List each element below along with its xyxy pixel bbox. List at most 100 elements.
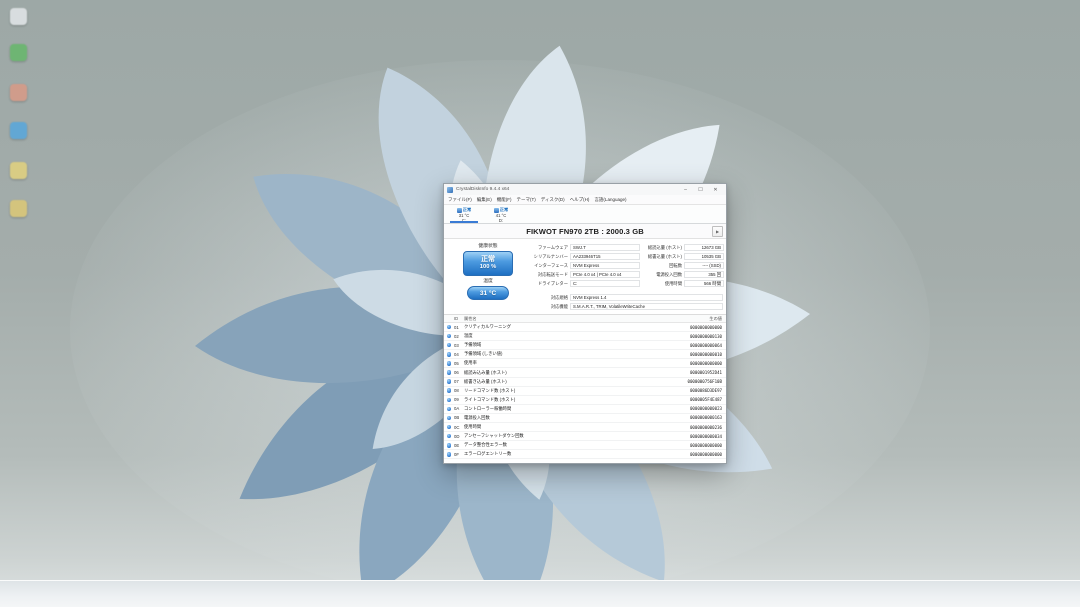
menu-item[interactable]: 編集(E) <box>477 197 492 203</box>
smart-attribute-raw-value: 0000000000130 <box>662 334 726 339</box>
info-value-right: 566 時間 <box>684 280 724 288</box>
crystaldiskinfo-window: CrystalDiskInfo 9.4.4 x64 – ☐ ✕ ファイル(F) … <box>443 183 727 464</box>
taskbar[interactable] <box>0 580 1080 607</box>
smart-attribute-row[interactable]: 0C 使用時間 0000000000236 <box>444 423 726 432</box>
menu-item[interactable]: 機能(F) <box>497 197 512 203</box>
info-value-left: NVM Express <box>570 262 640 270</box>
smart-attribute-row[interactable]: 09 ライトコマンド数 (ホスト) 0000005F4E487 <box>444 396 726 405</box>
temperature-pill[interactable]: 31 °C <box>467 286 509 300</box>
menu-item[interactable]: 言語(Language) <box>594 197 626 203</box>
smart-attribute-row[interactable]: 08 リードコマンド数 (ホスト) 0000086D3DE97 <box>444 387 726 396</box>
info-value-left: C: <box>570 280 640 288</box>
desktop-shortcut-icon[interactable] <box>10 84 27 101</box>
status-good-icon <box>447 407 452 412</box>
features-value: S.M.A.R.T., TRIM, VolatileWriteCache <box>570 303 723 311</box>
smart-attribute-row[interactable]: 0B 電源投入回数 0000000000163 <box>444 414 726 423</box>
minimize-icon[interactable]: – <box>678 185 693 195</box>
smart-attribute-name: アンセーフシャットダウン回数 <box>464 433 662 439</box>
info-row-standard: 対応規格 NVM Express 1.4 <box>530 293 724 302</box>
health-status-button[interactable]: 正常 100 % <box>463 251 513 276</box>
temperature-value: 31 °C <box>480 290 496 297</box>
smart-attribute-row[interactable]: 04 予備領域 (しきい値) 0000000000010 <box>444 350 726 359</box>
status-good-icon <box>447 443 452 448</box>
menu-item[interactable]: ヘルプ(H) <box>570 197 590 203</box>
status-good-icon <box>447 334 452 339</box>
smart-attribute-raw-value: 0000000000034 <box>662 434 726 439</box>
desktop-shortcut-icon[interactable] <box>10 44 27 61</box>
info-row: シリアルナンバー AA233946T15 総書込量 (ホスト) 10535 GB <box>530 252 724 261</box>
standard-label: 対応規格 <box>530 295 568 301</box>
disk-tab[interactable]: 正常 41 °C D: <box>484 206 518 223</box>
smart-attribute-name: 温度 <box>464 333 662 339</box>
smart-attribute-name: リードコマンド数 (ホスト) <box>464 388 662 394</box>
desktop-shortcut-icon[interactable] <box>10 162 27 179</box>
info-row: インターフェース NVM Express 回転数 ---- (SSD) <box>530 261 724 270</box>
smart-attribute-raw-value: 0000000000163 <box>662 415 726 420</box>
smart-attribute-raw-value: 0000000000023 <box>662 406 726 411</box>
desktop-shortcut-icon[interactable] <box>10 200 27 217</box>
title-bar[interactable]: CrystalDiskInfo 9.4.4 x64 – ☐ ✕ <box>444 184 726 195</box>
smart-attribute-raw-value: 0000000000064 <box>662 343 726 348</box>
desktop: CrystalDiskInfo 9.4.4 x64 – ☐ ✕ ファイル(F) … <box>0 0 1080 607</box>
status-good-icon <box>447 425 452 430</box>
smart-attribute-raw-value: 0000005F4E487 <box>662 397 726 402</box>
desktop-shortcut-icon[interactable] <box>10 122 27 139</box>
smart-attribute-row[interactable]: 02 温度 0000000000130 <box>444 332 726 341</box>
smart-attribute-name: クリティカルワーニング <box>464 324 662 330</box>
status-good-icon <box>447 388 452 393</box>
next-disk-button[interactable]: ▶ <box>712 226 723 237</box>
smart-attribute-id: 0C <box>454 425 464 430</box>
smart-attribute-name: 電源投入回数 <box>464 415 662 421</box>
smart-attribute-row[interactable]: 07 総書き込み量 (ホスト) 0000000756F10B <box>444 378 726 387</box>
info-label-right: 総読込量 (ホスト) <box>640 245 682 251</box>
disk-tab-strip: 正常 31 °C C: 正常 41 °C D: <box>444 205 726 224</box>
info-value-left: SWJ.T <box>570 244 640 252</box>
smart-attribute-row[interactable]: 01 クリティカルワーニング 0000000000000 <box>444 323 726 332</box>
smart-attribute-name: エラーログエントリー数 <box>464 451 662 457</box>
info-label-right: 総書込量 (ホスト) <box>640 254 682 260</box>
smart-attribute-name: データ整合性エラー数 <box>464 442 662 448</box>
smart-attribute-row[interactable]: 0F エラーログエントリー数 0000000000000 <box>444 450 726 459</box>
smart-attribute-id: 04 <box>454 352 464 357</box>
drive-model-title: FIKWOT FN970 2TB : 2000.3 GB <box>526 227 644 236</box>
smart-attribute-row[interactable]: 0D アンセーフシャットダウン回数 0000000000034 <box>444 432 726 441</box>
disk-icon <box>457 208 462 213</box>
info-label-left: インターフェース <box>530 263 568 269</box>
smart-attribute-row[interactable]: 0A コントローラー稼働時間 0000000000023 <box>444 405 726 414</box>
smart-attribute-raw-value: 0000001952D41 <box>662 370 726 375</box>
app-icon <box>447 187 453 193</box>
smart-attribute-id: 0B <box>454 415 464 420</box>
maximize-icon[interactable]: ☐ <box>693 185 708 195</box>
smart-attribute-name: 総書き込み量 (ホスト) <box>464 379 662 385</box>
info-label-left: シリアルナンバー <box>530 254 568 260</box>
health-percent: 100 % <box>480 264 496 271</box>
status-good-icon <box>447 343 452 348</box>
info-value-right: 355 回 <box>684 271 724 279</box>
smart-attribute-row[interactable]: 06 総読み込み量 (ホスト) 0000001952D41 <box>444 368 726 377</box>
tab-drive-letter: C: <box>462 218 466 223</box>
smart-attribute-row[interactable]: 05 使用率 0000000000000 <box>444 359 726 368</box>
smart-attribute-id: 06 <box>454 370 464 375</box>
smart-attribute-name: 予備領域 <box>464 342 662 348</box>
health-label: 健康状態 <box>478 242 497 249</box>
smart-attribute-raw-value: 0000000000000 <box>662 443 726 448</box>
menu-item[interactable]: ディスク(D) <box>541 197 565 203</box>
menu-item[interactable]: テーマ(T) <box>517 197 536 203</box>
smart-table: ID 属性名 生の値 01 クリティカルワーニング 0000000000000 <box>444 314 726 459</box>
status-good-icon <box>447 370 452 375</box>
smart-attribute-raw-value: 0000000000010 <box>662 352 726 357</box>
smart-attribute-raw-value: 0000000000236 <box>662 425 726 430</box>
smart-attribute-row[interactable]: 0E データ整合性エラー数 0000000000000 <box>444 441 726 450</box>
status-good-icon <box>447 416 452 421</box>
features-label: 対応機能 <box>530 304 568 310</box>
status-good-icon <box>447 452 452 457</box>
menu-item[interactable]: ファイル(F) <box>448 197 472 203</box>
disk-tab[interactable]: 正常 31 °C C: <box>447 206 481 223</box>
close-icon[interactable]: ✕ <box>708 185 723 195</box>
info-label-left: ファームウェア <box>530 245 568 251</box>
smart-attribute-name: 使用時間 <box>464 424 662 430</box>
disk-icon <box>494 208 499 213</box>
smart-attribute-raw-value: 0000000000000 <box>662 325 726 330</box>
smart-attribute-row[interactable]: 03 予備領域 0000000000064 <box>444 341 726 350</box>
desktop-shortcut-icon[interactable] <box>10 8 27 25</box>
